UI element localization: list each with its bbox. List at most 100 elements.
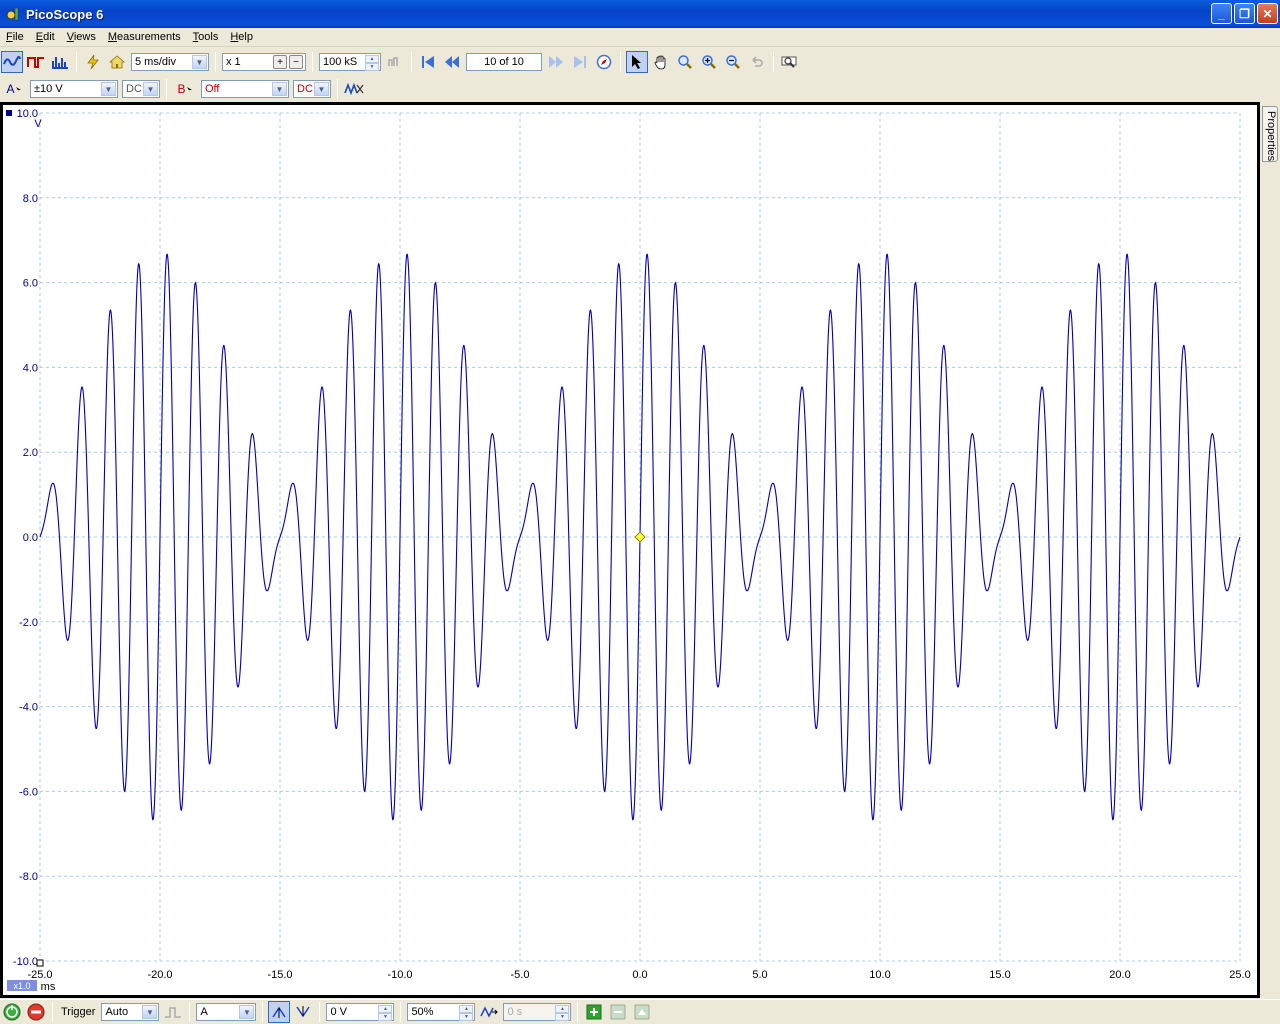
delay-spinner[interactable]: ▲ ▼ xyxy=(555,1005,570,1021)
x-tick-label: -25.0 xyxy=(27,969,52,981)
remove-ruler-icon[interactable] xyxy=(607,1001,629,1023)
zoom-in-icon[interactable] xyxy=(698,51,720,73)
spin-up-icon[interactable]: ▲ xyxy=(555,1005,570,1013)
start-capture-button[interactable] xyxy=(1,1001,23,1023)
toolbar-separator xyxy=(400,1002,402,1022)
y-axis-ticks: 10.08.06.04.02.00.0-2.0-4.0-6.0-8.0-10.0 xyxy=(13,108,38,968)
last-buffer-icon[interactable] xyxy=(569,51,591,73)
zoom-overview-icon[interactable] xyxy=(779,51,801,73)
falling-edge-icon[interactable] xyxy=(292,1001,314,1023)
menu-tools[interactable]: Tools xyxy=(187,31,225,43)
add-ruler-icon[interactable] xyxy=(583,1001,605,1023)
channel-a-coupling-value: DC xyxy=(126,83,142,95)
pointer-tool-icon[interactable] xyxy=(626,51,648,73)
channel-b-coupling-value: DC xyxy=(297,83,313,95)
y-tick-label: -4.0 xyxy=(19,702,38,714)
zoom-region-icon[interactable] xyxy=(674,51,696,73)
y-tick-label: -2.0 xyxy=(19,617,38,629)
menu-bar: File Edit Views Measurements Tools Help xyxy=(0,28,1280,47)
toolbar-separator xyxy=(319,1002,321,1022)
channel-a-color-marker xyxy=(6,110,12,116)
previous-buffer-icon[interactable] xyxy=(441,51,463,73)
spin-down-icon[interactable]: ▼ xyxy=(378,1013,393,1021)
y-tick-label: 4.0 xyxy=(23,362,38,374)
undo-zoom-icon[interactable] xyxy=(746,51,768,73)
rising-edge-icon[interactable] xyxy=(268,1001,291,1023)
channel-a-options-button[interactable]: A xyxy=(1,78,27,100)
ruler-origin-handle[interactable] xyxy=(36,959,44,967)
menu-file[interactable]: File xyxy=(0,31,30,43)
spectrum-mode-icon[interactable] xyxy=(49,51,71,73)
toolbar-separator xyxy=(312,52,313,72)
post-trigger-delay-icon[interactable] xyxy=(478,1001,500,1023)
title-bar[interactable]: PicoScope 6 _ ❐ ✕ xyxy=(0,0,1280,28)
math-channels-icon[interactable] xyxy=(343,78,365,100)
first-buffer-icon[interactable] xyxy=(417,51,439,73)
trigger-threshold-value: 0 V xyxy=(330,1006,347,1018)
threshold-spinner[interactable]: ▲ ▼ xyxy=(378,1005,393,1021)
x-tick-label: -15.0 xyxy=(267,969,292,981)
signal-generator-icon[interactable] xyxy=(384,51,406,73)
pointer-arrow-icon xyxy=(15,86,21,92)
ruler-settings-icon[interactable] xyxy=(631,1001,653,1023)
spin-down-icon[interactable]: ▼ xyxy=(459,1013,474,1021)
trigger-marker[interactable] xyxy=(634,531,646,543)
pretrigger-spinner[interactable]: ▲ ▼ xyxy=(459,1005,474,1021)
menu-edit[interactable]: Edit xyxy=(30,31,61,43)
menu-views[interactable]: Views xyxy=(61,31,102,43)
channel-b-label: B xyxy=(177,82,186,96)
channel-b-range-select[interactable]: Off ▼ xyxy=(201,80,289,98)
zoom-out-icon[interactable] xyxy=(722,51,744,73)
menu-help[interactable]: Help xyxy=(224,31,259,43)
stop-capture-button[interactable] xyxy=(25,1001,47,1023)
samples-spinner[interactable]: ▲ ▼ xyxy=(365,55,379,71)
plus-icon[interactable]: + xyxy=(273,55,287,69)
default-setup-home-icon[interactable] xyxy=(106,51,128,73)
channel-b-options-button[interactable]: B xyxy=(172,78,198,100)
next-buffer-icon[interactable] xyxy=(545,51,567,73)
properties-tab[interactable]: Properties xyxy=(1262,106,1278,162)
scope-mode-icon[interactable] xyxy=(1,51,23,73)
chevron-down-icon: ▼ xyxy=(239,1005,255,1019)
channel-a-range-select[interactable]: ±10 V ▼ xyxy=(30,80,118,98)
spin-up-icon[interactable]: ▲ xyxy=(365,55,379,63)
buffer-overview-compass-icon[interactable] xyxy=(593,51,615,73)
maximize-button[interactable]: ❐ xyxy=(1234,3,1255,24)
trigger-mode-select[interactable]: Auto ▼ xyxy=(101,1003,160,1021)
y-tick-label: 0.0 xyxy=(23,532,38,544)
samples-input[interactable]: 100 kS ▲ ▼ xyxy=(319,53,381,71)
menu-measurements[interactable]: Measurements xyxy=(102,31,187,43)
spin-down-icon[interactable]: ▼ xyxy=(555,1013,570,1021)
zoom-factor-value: x 1 xyxy=(226,56,241,68)
timebase-select[interactable]: 5 ms/div ▼ xyxy=(131,53,209,71)
auto-setup-icon[interactable] xyxy=(82,51,104,73)
chevron-down-icon: ▼ xyxy=(272,82,287,96)
trigger-label: Trigger xyxy=(61,1006,96,1018)
spin-down-icon[interactable]: ▼ xyxy=(365,63,379,71)
toolbar-separator xyxy=(166,79,167,99)
trigger-delay-input[interactable]: 0 s ▲ ▼ xyxy=(503,1003,572,1021)
spin-up-icon[interactable]: ▲ xyxy=(378,1005,393,1013)
persistence-mode-icon[interactable] xyxy=(25,51,47,73)
x-tick-label: 15.0 xyxy=(989,969,1010,981)
y-tick-label: -8.0 xyxy=(19,871,38,883)
timebase-value: 5 ms/div xyxy=(135,56,176,68)
spin-up-icon[interactable]: ▲ xyxy=(459,1005,474,1013)
minimize-button[interactable]: _ xyxy=(1211,3,1232,24)
buffer-navigator-field[interactable]: 10 of 10 xyxy=(466,53,542,71)
minus-icon[interactable]: − xyxy=(289,55,303,69)
trigger-threshold-input[interactable]: 0 V ▲ ▼ xyxy=(326,1003,395,1021)
pretrigger-input[interactable]: 50% ▲ ▼ xyxy=(407,1003,476,1021)
close-button[interactable]: ✕ xyxy=(1257,3,1278,24)
channel-b-range-value: Off xyxy=(205,83,220,95)
scope-view[interactable]: 10.0 8.0 6.0 4.0 2.0 0.0 -2.0 -4.0 -6.0 -8.0 -10.0… xyxy=(0,102,1260,998)
trigger-source-select[interactable]: A ▼ xyxy=(196,1003,257,1021)
channel-a-coupling-select[interactable]: DC ▼ xyxy=(122,80,160,98)
channel-a-label: A xyxy=(6,82,15,96)
oscilloscope-plot[interactable]: 10.0 8.0 6.0 4.0 2.0 0.0 -2.0 -4.0 -6.0 -8.0 -10.0… xyxy=(3,105,1257,995)
hand-pan-icon[interactable] xyxy=(650,51,672,73)
advanced-trigger-icon[interactable] xyxy=(162,1001,184,1023)
zoom-factor-input[interactable]: x 1 + − xyxy=(222,53,306,71)
x-tick-label: 5.0 xyxy=(752,969,767,981)
channel-b-coupling-select[interactable]: DC ▼ xyxy=(293,80,331,98)
